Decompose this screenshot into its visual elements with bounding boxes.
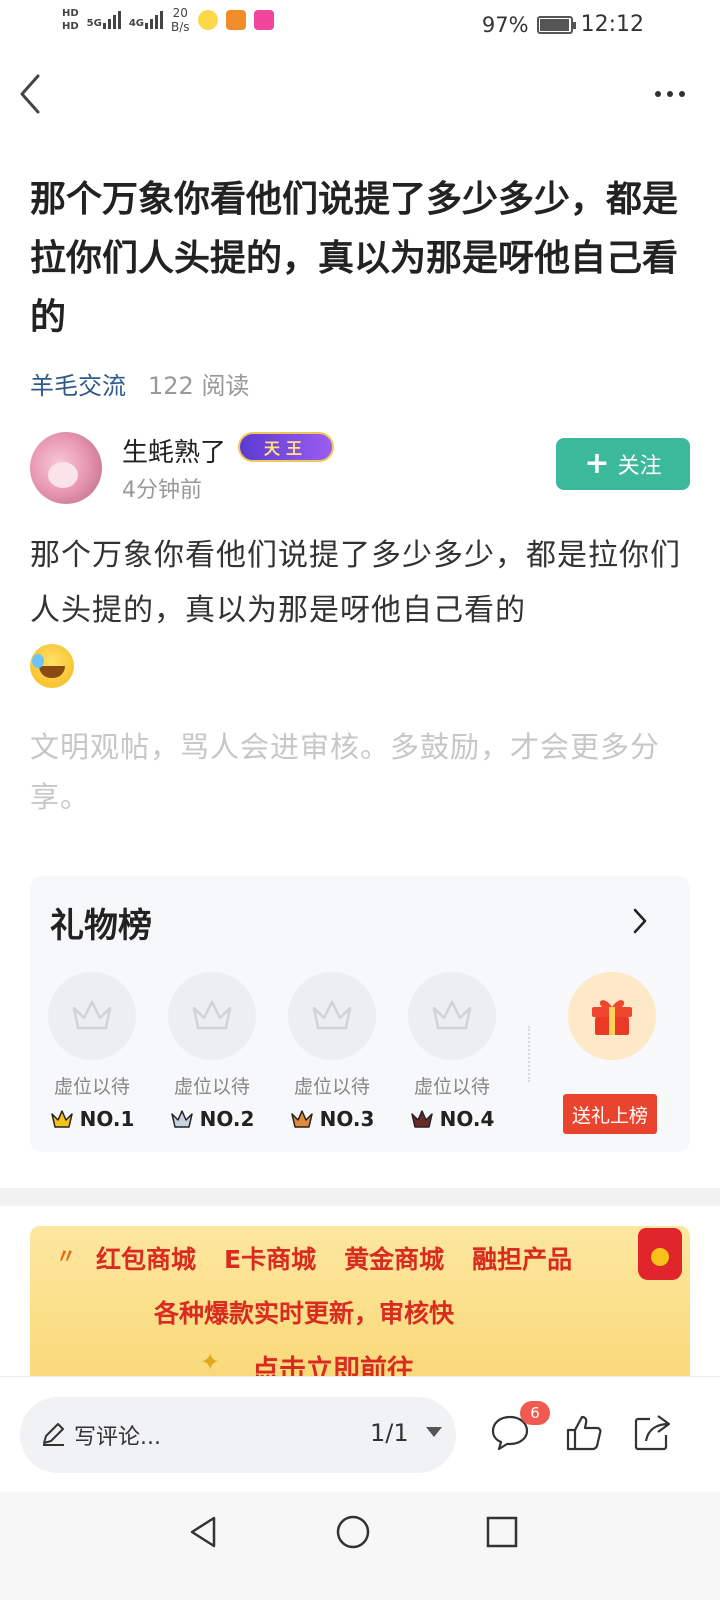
dark-crown-icon xyxy=(410,1110,433,1128)
notification-app-icon-3 xyxy=(253,10,274,30)
pen-icon xyxy=(43,1423,64,1446)
hd-label-1: HD xyxy=(62,8,79,19)
chevron-right-icon xyxy=(633,908,647,934)
author-row: 生蚝熟了 天王 4分钟前 + 关注 xyxy=(30,432,690,504)
banner-item: 红包商城 xyxy=(96,1245,197,1274)
star-sparkle-icon: ✦ xyxy=(200,1348,221,1376)
status-left: HD HD 5G 4G 20 B/s xyxy=(62,6,274,34)
system-recents-icon[interactable] xyxy=(482,1512,522,1552)
slot-label: 虚位以待 xyxy=(53,1076,130,1098)
network-speed-value: 20 xyxy=(172,6,188,20)
rank-row: NO.3 xyxy=(288,1107,376,1131)
banner-cta: 点击立即前往 xyxy=(252,1355,414,1376)
read-count: 122 阅读 xyxy=(148,372,250,400)
board-link[interactable]: 羊毛交流 xyxy=(30,366,126,401)
signal-5g-icon: 5G xyxy=(87,11,121,29)
system-home-icon[interactable] xyxy=(333,1512,373,1552)
gift-box-button[interactable] xyxy=(568,972,656,1060)
thumbs-up-icon[interactable] xyxy=(564,1413,604,1453)
rank-row: NO.2 xyxy=(168,1107,256,1131)
slot-label: 虚位以待 xyxy=(293,1076,370,1098)
empty-slot-crown-icon xyxy=(168,972,256,1060)
back-arrow-icon xyxy=(20,74,40,114)
post-meta: 羊毛交流 122 阅读 xyxy=(30,366,249,401)
comment-input[interactable]: 写评论... 1/1 xyxy=(20,1397,456,1473)
sparkle-burst-icon: 〃 xyxy=(56,1244,76,1268)
share-icon[interactable] xyxy=(632,1413,672,1453)
more-dot-icon xyxy=(667,91,673,97)
banner-item: E卡商城 xyxy=(224,1245,317,1274)
more-dot-icon xyxy=(655,91,661,97)
banner-categories: 红包商城 E卡商城 黄金商城 融担产品 xyxy=(96,1240,572,1276)
red-envelope-mascot-icon xyxy=(638,1228,682,1280)
notification-app-icon-2 xyxy=(225,10,246,30)
network-4g-label: 4G xyxy=(128,18,145,29)
slot-divider xyxy=(528,1026,530,1082)
laughing-crying-emoji-icon xyxy=(30,644,74,688)
system-navigation-bar xyxy=(0,1492,720,1600)
section-separator xyxy=(0,1188,720,1206)
plus-icon: + xyxy=(584,446,610,481)
gold-crown-icon xyxy=(50,1110,73,1128)
empty-slot-crown-icon xyxy=(48,972,136,1060)
status-bar: HD HD 5G 4G 20 B/s 97% 12:12 xyxy=(0,0,720,50)
rank-row: NO.1 xyxy=(48,1107,136,1131)
empty-slot-crown-icon xyxy=(408,972,496,1060)
network-speed: 20 B/s xyxy=(171,6,190,34)
signal-4g-icon: 4G xyxy=(128,11,164,29)
gift-slot-4[interactable]: 虚位以待 NO.4 xyxy=(408,972,496,1131)
author-name[interactable]: 生蚝熟了 xyxy=(122,432,226,469)
silver-crown-icon xyxy=(170,1110,193,1128)
battery-fill xyxy=(539,18,569,31)
comment-count-badge: 6 xyxy=(520,1401,550,1425)
gift-ranking-more-button[interactable] xyxy=(630,906,650,936)
empty-slot-crown-icon xyxy=(288,972,376,1060)
follow-label: 关注 xyxy=(617,454,662,479)
avatar[interactable] xyxy=(30,432,102,504)
gift-ranking-title: 礼物榜 xyxy=(50,906,152,946)
gift-slot-2[interactable]: 虚位以待 NO.2 xyxy=(168,972,256,1131)
slot-label: 虚位以待 xyxy=(413,1076,490,1098)
banner-item: 融担产品 xyxy=(472,1245,573,1274)
page-indicator[interactable]: 1/1 xyxy=(370,1419,409,1447)
caret-down-icon[interactable] xyxy=(426,1427,442,1437)
rank-label: NO.1 xyxy=(79,1107,135,1131)
notification-app-icon-1 xyxy=(197,10,218,30)
rank-label: NO.2 xyxy=(199,1107,255,1131)
hd-indicator: HD HD xyxy=(62,7,79,33)
back-button[interactable] xyxy=(18,72,48,116)
bottom-action-bar: 写评论... 1/1 6 xyxy=(0,1376,720,1492)
bronze-crown-icon xyxy=(290,1110,313,1128)
gift-icon xyxy=(592,1000,632,1035)
follow-button[interactable]: + 关注 xyxy=(556,438,690,490)
network-speed-unit: B/s xyxy=(171,20,190,34)
post-body: 那个万象你看他们说提了多少多少，都是拉你们人头提的，真以为那是呀他自己看的 xyxy=(30,538,681,628)
community-notice: 文明观帖，骂人会进审核。多鼓励，才会更多分享。 xyxy=(30,730,661,814)
slot-label: 虚位以待 xyxy=(173,1076,250,1098)
banner-item: 黄金商城 xyxy=(344,1245,445,1274)
banner-subtitle: 各种爆款实时更新，审核快 xyxy=(154,1299,455,1328)
top-nav xyxy=(0,60,720,130)
status-right: 97% 12:12 xyxy=(482,12,644,37)
send-gift-button[interactable]: 送礼上榜 xyxy=(563,1094,657,1134)
rank-label: NO.4 xyxy=(439,1107,495,1131)
more-dot-icon xyxy=(679,91,685,97)
post-title: 那个万象你看他们说提了多少多少，都是拉你们人头提的，真以为那是呀他自己看的 xyxy=(30,179,679,338)
gift-slot-1[interactable]: 虚位以待 NO.1 xyxy=(48,972,136,1131)
post-time: 4分钟前 xyxy=(122,478,202,503)
promo-banner[interactable]: 〃 红包商城 E卡商城 黄金商城 融担产品 各种爆款实时更新，审核快 ✦ 点击立… xyxy=(30,1226,690,1376)
hd-label-2: HD xyxy=(62,21,79,32)
rank-row: NO.4 xyxy=(408,1107,496,1131)
rank-label: NO.3 xyxy=(319,1107,375,1131)
comment-placeholder: 写评论... xyxy=(74,1425,161,1450)
more-options-button[interactable] xyxy=(650,84,690,104)
system-back-icon[interactable] xyxy=(184,1512,224,1552)
gift-slot-3[interactable]: 虚位以待 NO.3 xyxy=(288,972,376,1131)
level-badge: 天王 xyxy=(238,432,334,462)
battery-icon xyxy=(536,15,576,34)
battery-percent: 97% xyxy=(481,12,529,37)
clock: 12:12 xyxy=(580,12,644,37)
gift-ranking-card: 礼物榜 虚位以待 NO.1 虚位以待 NO.2 虚位以待 NO.3 虚位以待 N… xyxy=(30,876,690,1152)
network-5g-label: 5G xyxy=(86,18,102,29)
